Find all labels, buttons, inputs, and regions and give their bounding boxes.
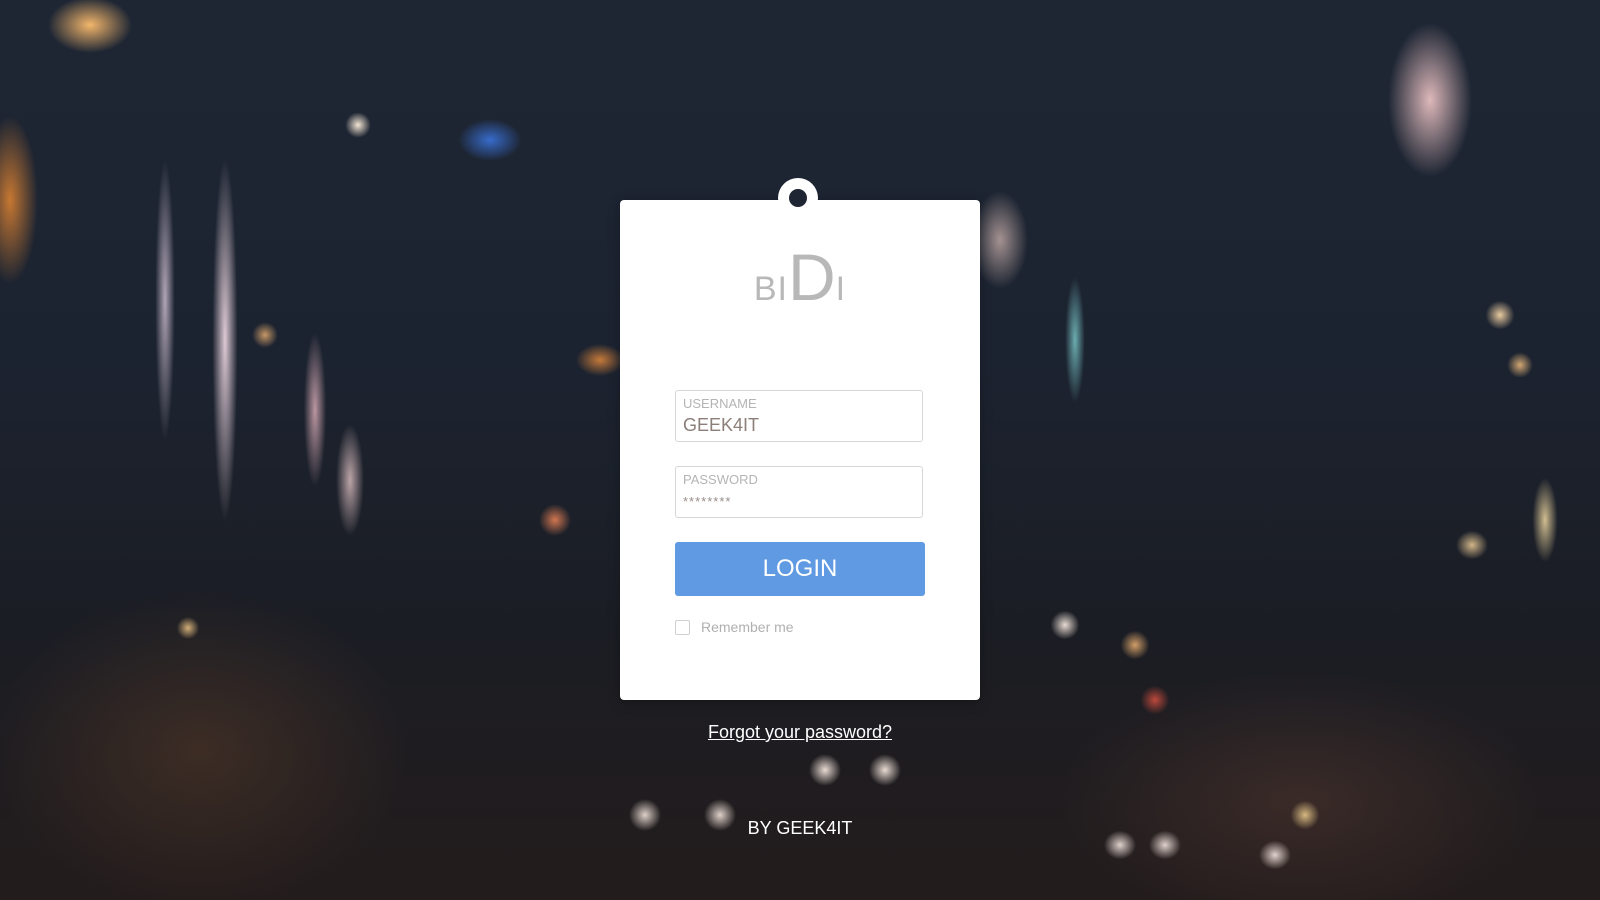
- password-label: PASSWORD: [683, 472, 758, 487]
- username-value[interactable]: GEEK4IT: [683, 415, 759, 436]
- username-field[interactable]: USERNAME GEEK4IT: [675, 390, 923, 442]
- login-button[interactable]: LOGIN: [675, 542, 925, 596]
- remember-me-checkbox[interactable]: [675, 619, 690, 635]
- remember-me-label[interactable]: Remember me: [701, 619, 794, 635]
- logo: BIDI: [620, 244, 980, 314]
- tag-hole-inner: [789, 189, 807, 207]
- footer-credit: BY GEEK4IT: [747, 818, 853, 838]
- remember-me[interactable]: Remember me: [675, 618, 794, 636]
- logo-suffix: I: [835, 270, 847, 308]
- logo-main-letter: D: [788, 240, 836, 314]
- username-label: USERNAME: [683, 396, 757, 411]
- password-field[interactable]: PASSWORD ********: [675, 466, 923, 518]
- logo-prefix: BI: [753, 270, 788, 308]
- forgot-password-link[interactable]: Forgot your password?: [620, 722, 980, 743]
- password-value[interactable]: ********: [683, 494, 731, 509]
